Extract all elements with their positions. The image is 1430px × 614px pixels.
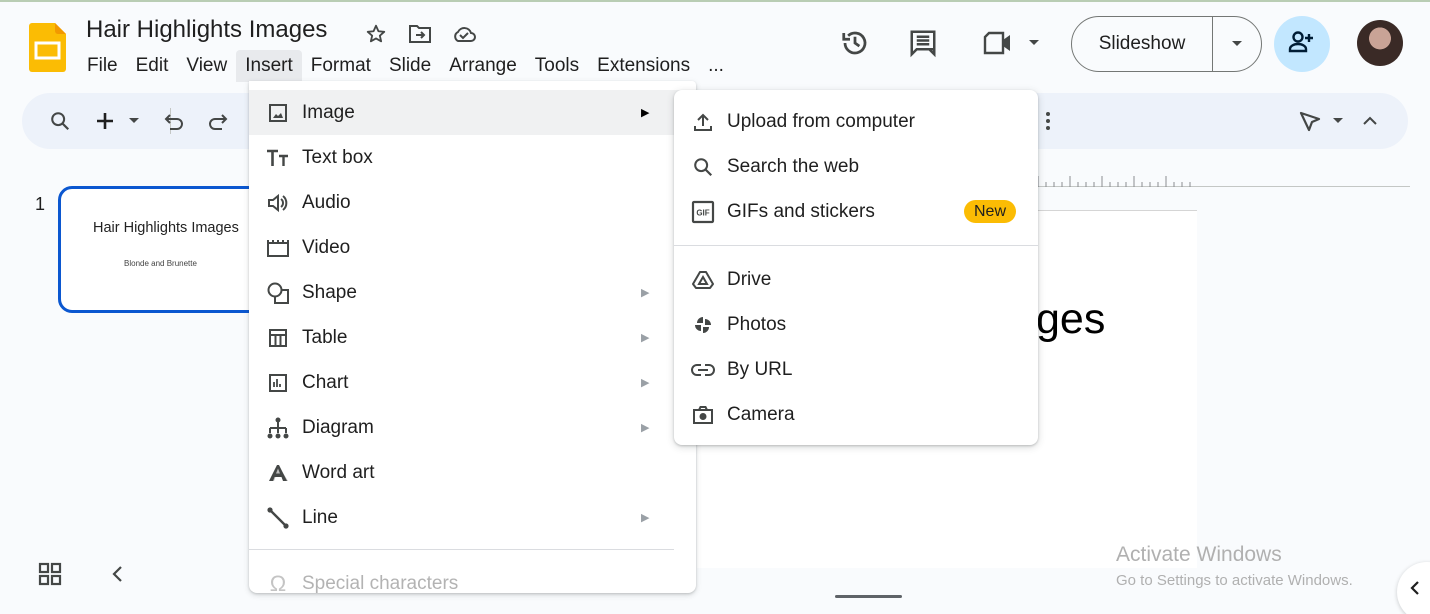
omega-icon: Ω [269, 570, 287, 594]
share-button[interactable] [1274, 16, 1330, 72]
slideshow-label[interactable]: Slideshow [1072, 33, 1212, 55]
photos-icon [690, 312, 716, 338]
menu-tools[interactable]: Tools [526, 50, 588, 82]
redo-icon[interactable] [203, 107, 231, 135]
menu-item-shape[interactable]: Shape ▶ [249, 270, 696, 315]
horizontal-ruler [1036, 170, 1410, 187]
submenu-item-camera[interactable]: Camera [674, 392, 1038, 437]
submenu-item-gifs[interactable]: GIF GIFs and stickers New [674, 189, 1038, 234]
submenu-item-by-url[interactable]: By URL [674, 347, 1038, 392]
chevron-left-icon [1409, 580, 1421, 601]
submenu-divider [674, 245, 1038, 246]
submenu-item-photos[interactable]: Photos [674, 302, 1038, 347]
menu-item-special-characters[interactable]: Ω Special characters [249, 561, 696, 594]
activate-windows-subtitle: Go to Settings to activate Windows. [1116, 572, 1353, 589]
more-icon[interactable] [1034, 107, 1062, 135]
image-submenu: Upload from computer Search the web GIF … [674, 90, 1038, 445]
slideshow-button[interactable]: Slideshow [1071, 16, 1262, 72]
thumbnail-title: Hair Highlights Images [93, 220, 239, 236]
menu-arrange[interactable]: Arrange [440, 50, 526, 82]
submenu-item-drive[interactable]: Drive [674, 257, 1038, 302]
drive-icon [690, 267, 716, 293]
menu-item-line[interactable]: Line ▶ [249, 495, 696, 540]
grid-view-icon[interactable] [38, 562, 62, 591]
new-slide-icon[interactable] [91, 107, 119, 135]
meet-dropdown-icon[interactable] [1016, 25, 1052, 61]
submenu-item-upload[interactable]: Upload from computer [674, 99, 1038, 144]
submenu-arrow-icon: ▶ [641, 332, 650, 344]
select-cursor-icon[interactable] [1296, 107, 1324, 135]
menu-item-chart[interactable]: Chart ▶ [249, 360, 696, 405]
camera-icon [690, 402, 716, 428]
shape-icon [265, 280, 291, 306]
undo-icon[interactable] [161, 107, 189, 135]
speaker-notes-handle[interactable] [835, 595, 902, 598]
insert-menu: Image ▶ Text box Audio Video Shape ▶ Tab… [249, 81, 696, 593]
select-dropdown-icon[interactable] [1324, 107, 1352, 135]
table-icon [265, 325, 291, 351]
search-icon [690, 154, 716, 180]
menu-edit[interactable]: Edit [127, 50, 178, 82]
star-icon[interactable] [362, 20, 390, 48]
move-to-folder-icon[interactable] [406, 20, 434, 48]
submenu-item-search-web[interactable]: Search the web [674, 144, 1038, 189]
slide-title-text[interactable]: ges [1036, 295, 1105, 344]
gif-icon: GIF [690, 199, 716, 225]
menu-view[interactable]: View [177, 50, 236, 82]
image-icon [265, 100, 291, 126]
line-icon [265, 505, 291, 531]
version-history-icon[interactable] [837, 25, 873, 61]
search-icon[interactable] [46, 107, 74, 135]
slide-number: 1 [35, 194, 46, 214]
menu-item-text-box[interactable]: Text box [249, 135, 696, 180]
menu-file[interactable]: File [78, 50, 127, 82]
svg-text:GIF: GIF [696, 208, 709, 217]
cloud-saved-icon[interactable] [450, 20, 478, 48]
slides-logo[interactable] [29, 23, 66, 72]
video-icon [265, 235, 291, 261]
avatar[interactable] [1357, 20, 1403, 66]
submenu-arrow-icon: ▶ [641, 512, 650, 524]
diagram-icon [265, 415, 291, 441]
menu-item-table[interactable]: Table ▶ [249, 315, 696, 360]
menu-item-audio[interactable]: Audio [249, 180, 696, 225]
collapse-filmstrip-icon[interactable] [110, 565, 124, 588]
word-art-icon [265, 460, 291, 486]
menu-bar: File Edit View Insert Format Slide Arran… [78, 50, 733, 82]
menu-item-video[interactable]: Video [249, 225, 696, 270]
comments-icon[interactable] [905, 25, 941, 61]
text-box-icon [265, 145, 291, 171]
menu-item-diagram[interactable]: Diagram ▶ [249, 405, 696, 450]
new-badge: New [964, 200, 1016, 223]
window-top-border [0, 0, 1430, 2]
activate-windows-title: Activate Windows [1116, 543, 1282, 566]
menu-format[interactable]: Format [302, 50, 380, 82]
menu-more[interactable]: ... [699, 50, 733, 82]
menu-divider [249, 549, 674, 550]
document-title[interactable]: Hair Highlights Images [86, 16, 327, 44]
menu-item-word-art[interactable]: Word art [249, 450, 696, 495]
menu-item-image[interactable]: Image ▶ [249, 90, 696, 135]
menu-extensions[interactable]: Extensions [588, 50, 699, 82]
menu-slide[interactable]: Slide [380, 50, 440, 82]
upload-icon [690, 109, 716, 135]
side-panel-toggle[interactable] [1397, 562, 1430, 614]
thumbnail-subtitle: Blonde and Brunette [124, 259, 197, 268]
link-icon [690, 357, 716, 383]
audio-icon [265, 190, 291, 216]
submenu-arrow-icon: ▶ [641, 287, 650, 299]
slideshow-dropdown-icon[interactable] [1213, 40, 1261, 48]
collapse-icon[interactable] [1356, 107, 1384, 135]
new-slide-dropdown-icon[interactable] [120, 107, 148, 135]
submenu-arrow-icon: ▶ [641, 377, 650, 389]
menu-insert[interactable]: Insert [236, 50, 302, 82]
submenu-arrow-icon: ▶ [641, 422, 650, 434]
submenu-arrow-icon: ▶ [641, 107, 650, 119]
meet-video-icon[interactable] [980, 25, 1016, 61]
chart-icon [265, 370, 291, 396]
add-person-icon [1288, 30, 1316, 59]
slide-thumbnail[interactable]: Hair Highlights Images Blonde and Brunet… [58, 186, 268, 313]
